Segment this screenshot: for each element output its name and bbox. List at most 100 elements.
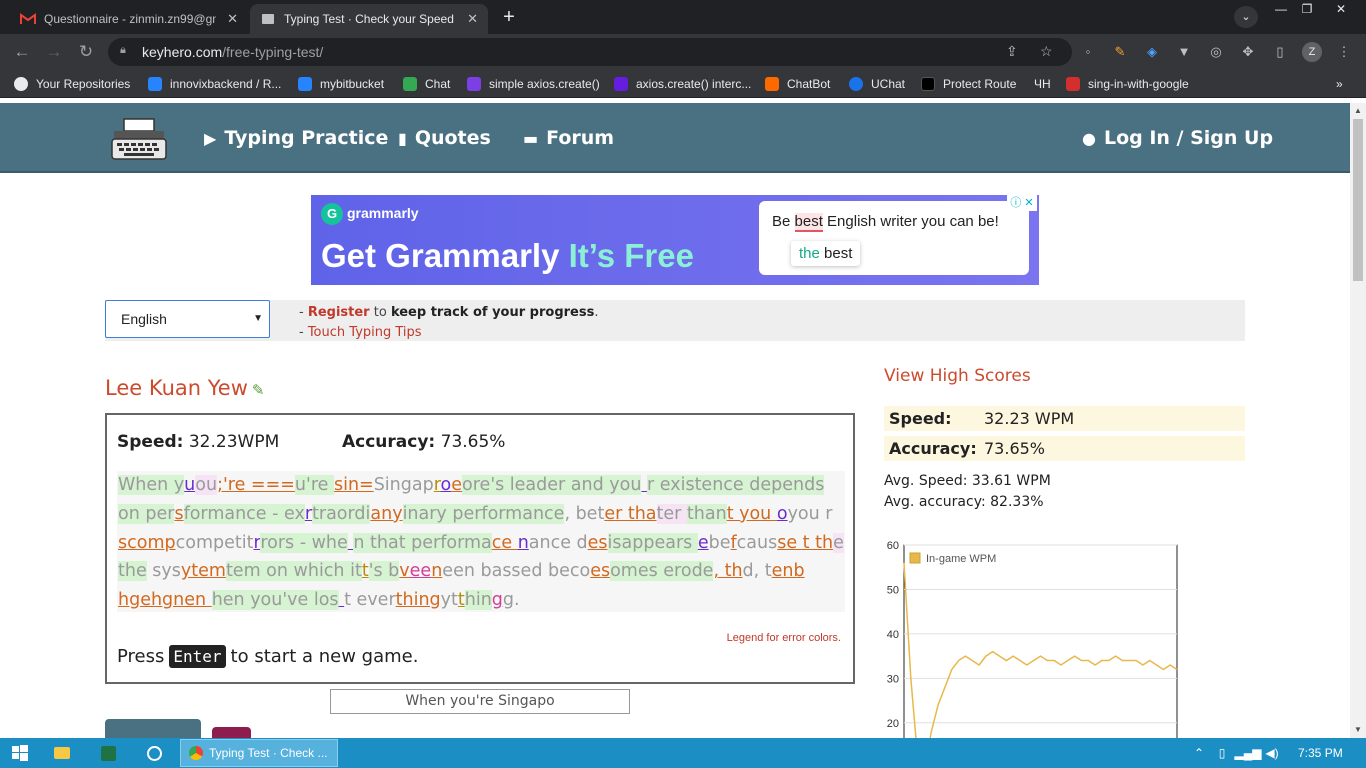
gmail-icon xyxy=(20,11,36,27)
page-scrollbar[interactable]: ▲ ▼ xyxy=(1350,103,1366,738)
bookmark-item[interactable]: ЧН xyxy=(1034,76,1051,92)
forward-icon[interactable]: → xyxy=(42,40,66,64)
profile-avatar[interactable]: Z xyxy=(1302,42,1322,62)
windows-taskbar: Typing Test · Check ... ⌃ ▯ ▂▄▆ ◀) 7:35 … xyxy=(0,738,1366,768)
nav-forum[interactable]: ▬ Forum xyxy=(523,127,614,149)
scroll-down-icon[interactable]: ▼ xyxy=(1353,725,1363,734)
pencil-icon[interactable]: ✎ xyxy=(252,381,265,399)
browser-toolbar: ← → ↻ 🔒︎ keyhero.com/free-typing-test/ ⇪… xyxy=(0,34,1366,70)
puzzle-extensions-icon[interactable]: ✥ xyxy=(1238,42,1258,62)
game-option-button[interactable] xyxy=(212,727,251,738)
chart-y-tick-label: 40 xyxy=(887,629,899,641)
address-bar[interactable]: 🔒︎ keyhero.com/free-typing-test/ ⇪ ☆ xyxy=(108,38,1072,66)
game-mode-button[interactable] xyxy=(105,719,201,738)
play-icon: ▶ xyxy=(204,128,217,148)
google-signin-icon xyxy=(1066,77,1080,91)
bookmark-item[interactable]: simple axios.create() xyxy=(467,76,600,92)
options-bar xyxy=(105,300,1245,341)
quote-author[interactable]: Lee Kuan Yew ✎ xyxy=(105,376,264,400)
bookmark-item[interactable]: Your Repositories xyxy=(14,76,130,92)
wpm-chart-svg: 20 30 40 50 60 In-game WPM xyxy=(887,540,1178,738)
side-panel-icon[interactable]: ▯ xyxy=(1270,42,1290,62)
bookmark-item[interactable]: UChat xyxy=(849,76,905,92)
bookmark-item[interactable]: mybitbucket xyxy=(298,76,384,92)
reload-icon[interactable]: ↻ xyxy=(74,40,98,64)
close-tab-icon[interactable]: ✕ xyxy=(467,11,478,27)
menu-kebab-icon[interactable]: ⋮ xyxy=(1334,42,1354,62)
enter-key: Enter xyxy=(169,645,226,668)
clock[interactable]: 7:35 PM xyxy=(1298,746,1343,760)
bookmark-item[interactable]: Chat xyxy=(403,76,450,92)
volume-icon[interactable]: ◀) xyxy=(1264,738,1280,768)
register-tip: - Register to keep track of your progres… xyxy=(299,305,599,320)
typed-text-result: When yuou;'re ===u're sin=Singaproeore's… xyxy=(117,471,845,612)
viber-icon[interactable] xyxy=(142,738,166,768)
pen-extension-icon[interactable]: ✎ xyxy=(1110,42,1130,62)
windows-start-icon[interactable] xyxy=(8,738,32,768)
back-icon[interactable]: ← xyxy=(10,40,34,64)
uchat-icon xyxy=(849,77,863,91)
record-extension-icon[interactable]: ◎ xyxy=(1206,42,1226,62)
bitbucket-icon xyxy=(148,77,162,91)
scrollbar-thumb[interactable] xyxy=(1353,119,1363,281)
typing-game-box: Speed: 32.23WPM Accuracy: 73.65% When yu… xyxy=(105,413,855,684)
new-tab-button[interactable]: + xyxy=(498,6,520,28)
close-tab-icon[interactable]: ✕ xyxy=(227,11,238,27)
axios-icon xyxy=(614,77,628,91)
bookmark-item[interactable]: axios.create() interc... xyxy=(614,76,751,92)
bookmark-item[interactable]: sing-in-with-google xyxy=(1066,76,1189,92)
bookmark-item[interactable]: Protect Route xyxy=(921,76,1016,92)
chat-icon xyxy=(403,77,417,91)
user-icon: ● xyxy=(1082,128,1096,148)
vue-extension-icon[interactable]: ▼ xyxy=(1174,42,1194,62)
ad-headline: Get Grammarly It’s Free xyxy=(321,237,694,274)
url-text: keyhero.com/free-typing-test/ xyxy=(142,44,324,60)
avg-accuracy: Avg. accuracy: 82.33% xyxy=(884,494,1044,510)
restore-icon[interactable]: ❐ xyxy=(1292,0,1322,18)
typing-input[interactable]: When you're Singapo xyxy=(330,689,630,714)
lock-icon: 🔒︎ xyxy=(120,44,126,56)
window-close-icon[interactable]: ✕ xyxy=(1326,0,1356,18)
network-icon[interactable]: ▂▄▆ xyxy=(1235,738,1262,768)
ad-suggestion: the best xyxy=(791,241,861,266)
typewriter-logo[interactable] xyxy=(110,117,168,163)
site-header: ▶ Typing Practice ▮ Quotes ▬ Forum ● Log In … xyxy=(0,103,1350,173)
tab-gmail[interactable]: Questionnaire - zinmin.zn99@gm ✕ xyxy=(10,4,248,34)
chart-y-tick-label: 30 xyxy=(887,673,899,685)
shield-extension-icon[interactable]: ◈ xyxy=(1142,42,1162,62)
chart-legend-label: In-game WPM xyxy=(926,553,996,565)
tab-keyhero[interactable]: Typing Test · Check your Speed a ✕ xyxy=(250,4,488,34)
share-icon[interactable]: ⇪ xyxy=(1006,43,1018,60)
chart-y-tick-label: 20 xyxy=(887,718,899,730)
nav-typing-practice[interactable]: ▶ Typing Practice xyxy=(204,127,388,149)
view-high-scores-link[interactable]: View High Scores xyxy=(884,366,1031,386)
ad-choices-close-icon[interactable]: ⓘ ✕ xyxy=(1007,195,1037,211)
nav-quotes[interactable]: ▮ Quotes xyxy=(398,127,491,149)
chart-plot-area xyxy=(903,544,1178,738)
chatbot-icon xyxy=(765,77,779,91)
register-link[interactable]: Register xyxy=(308,305,370,320)
taskbar-chrome-window[interactable]: Typing Test · Check ... xyxy=(180,739,338,767)
hs-speed-row: Speed: 32.23 WPM xyxy=(884,406,1245,431)
hs-accuracy-row: Accuracy: 73.65% xyxy=(884,436,1245,461)
tab-search-icon[interactable]: ⌄ xyxy=(1234,6,1258,28)
more-bookmarks-icon[interactable]: » xyxy=(1336,76,1343,92)
chevron-down-icon: ▼ xyxy=(253,313,263,324)
bookmark-item[interactable]: innovixbackend / R... xyxy=(148,76,281,92)
file-explorer-icon[interactable] xyxy=(50,738,74,768)
bookmark-item[interactable]: ChatBot xyxy=(765,76,830,92)
scroll-up-icon[interactable]: ▲ xyxy=(1353,106,1363,115)
accuracy-stat: Accuracy: 73.65% xyxy=(342,432,506,452)
tips-list: - Register to keep track of your progres… xyxy=(299,303,598,343)
book-icon: ▮ xyxy=(398,128,407,148)
tablet-icon[interactable]: ▯ xyxy=(1214,738,1230,768)
legend-error-colors-link[interactable]: Legend for error colors. xyxy=(727,632,841,644)
bookmark-star-icon[interactable]: ☆ xyxy=(1040,43,1053,60)
language-select[interactable]: English ▼ xyxy=(105,300,270,338)
nav-login-signup[interactable]: ● Log In / Sign Up xyxy=(1082,127,1273,149)
excel-icon[interactable] xyxy=(96,738,120,768)
touch-typing-tips-link[interactable]: Touch Typing Tips xyxy=(308,325,422,340)
extension-icon[interactable]: ◦ xyxy=(1078,42,1098,62)
grammarly-ad[interactable]: G grammarly Get Grammarly It’s Free Be b… xyxy=(311,195,1039,285)
show-hidden-icons[interactable]: ⌃ xyxy=(1192,738,1206,768)
